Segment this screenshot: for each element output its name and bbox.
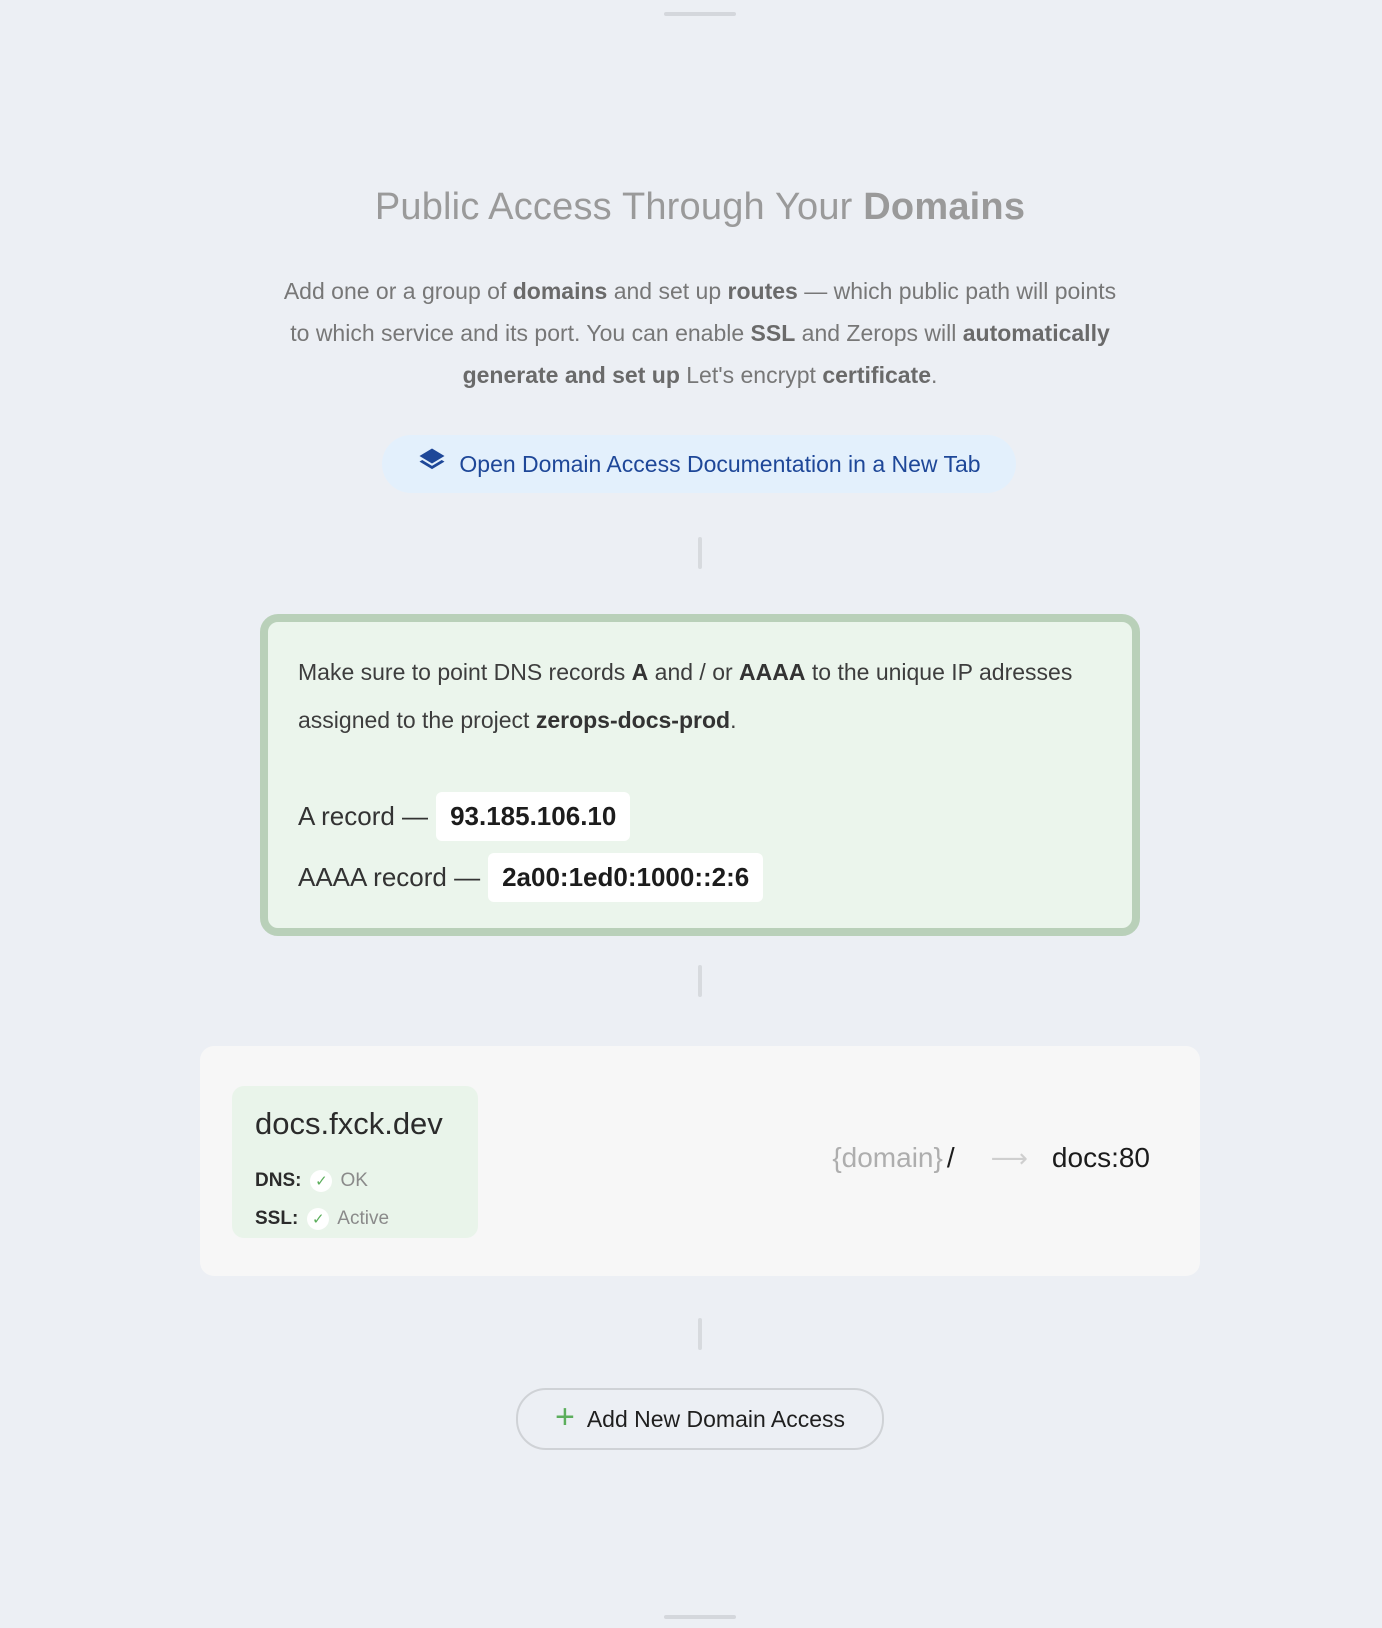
aaaa-record-label: AAAA record —: [298, 862, 481, 892]
intro-text: and Zerops will: [795, 320, 963, 346]
dns-status: DNS: ✓ OK: [255, 1170, 368, 1192]
intro-text: and set up: [607, 278, 728, 304]
arrow-right-icon: ⟶: [990, 1142, 1028, 1173]
intro-emphasis: certificate: [822, 362, 932, 388]
check-icon: ✓: [307, 1208, 330, 1230]
dns-status-value: OK: [340, 1170, 368, 1191]
dns-notice-text: Make sure to point DNS records A and / o…: [298, 648, 1108, 744]
a-record-row: A record — 93.185.106.10: [298, 792, 631, 841]
connector-line: [698, 537, 702, 569]
dns-notice-box: Make sure to point DNS records A and / o…: [260, 614, 1140, 936]
intro-paragraph: Add one or a group of domains and set up…: [280, 270, 1120, 396]
page-title-emphasis: Domains: [863, 186, 1026, 228]
intro-emphasis: domains: [512, 278, 608, 304]
drag-handle-bottom[interactable]: [664, 1615, 736, 1619]
page-title-text: Public Access Through Your: [374, 186, 864, 228]
ssl-status-value: Active: [337, 1208, 390, 1229]
add-domain-access-label: Add New Domain Access: [586, 1405, 846, 1432]
check-icon: ✓: [310, 1170, 333, 1192]
intro-emphasis: SSL: [750, 320, 796, 346]
a-record-label: A record —: [298, 801, 429, 831]
intro-text: Let's encrypt: [679, 362, 823, 388]
domain-name: docs.fxck.dev: [255, 1106, 443, 1141]
drag-handle-top[interactable]: [664, 12, 736, 16]
domain-tile[interactable]: docs.fxck.dev DNS: ✓ OK SSL: ✓ Active: [232, 1086, 478, 1238]
aaaa-record-row: AAAA record — 2a00:1ed0:1000::2:6: [298, 853, 764, 902]
ssl-status-label: SSL:: [255, 1208, 299, 1229]
dns-status-label: DNS:: [255, 1170, 302, 1191]
dns-notice-fragment: and / or: [648, 659, 740, 685]
route-mapping[interactable]: {domain} / ⟶ docs:80: [832, 1142, 1150, 1174]
route-domain-placeholder: {domain}: [832, 1142, 943, 1173]
dns-notice-fragment: Make sure to point DNS records: [298, 659, 632, 685]
project-name: zerops-docs-prod: [535, 707, 731, 733]
route-path: /: [946, 1142, 955, 1173]
intro-emphasis: routes: [727, 278, 798, 304]
page-title: Public Access Through Your Domains: [0, 186, 1382, 229]
aaaa-record-value[interactable]: 2a00:1ed0:1000::2:6: [488, 853, 764, 902]
page: Public Access Through Your Domains Add o…: [0, 0, 1382, 1628]
dns-record-type: A: [631, 659, 649, 685]
add-domain-access-button[interactable]: + Add New Domain Access: [516, 1388, 884, 1450]
domain-access-card[interactable]: docs.fxck.dev DNS: ✓ OK SSL: ✓ Active {d…: [200, 1046, 1200, 1276]
connector-line: [698, 1318, 702, 1350]
open-docs-button-label: Open Domain Access Documentation in a Ne…: [459, 450, 981, 477]
ssl-status: SSL: ✓ Active: [255, 1208, 389, 1230]
intro-text: Add one or a group of: [283, 278, 513, 304]
connector-line: [698, 965, 702, 997]
open-docs-button[interactable]: Open Domain Access Documentation in a Ne…: [382, 435, 1016, 493]
a-record-value[interactable]: 93.185.106.10: [436, 792, 631, 841]
layers-icon: [417, 446, 447, 482]
intro-text: .: [931, 362, 938, 388]
plus-icon: +: [554, 1398, 575, 1436]
dns-record-type: AAAA: [739, 659, 806, 685]
route-target-service: docs:80: [1051, 1142, 1150, 1173]
dns-notice-fragment: .: [730, 707, 737, 733]
